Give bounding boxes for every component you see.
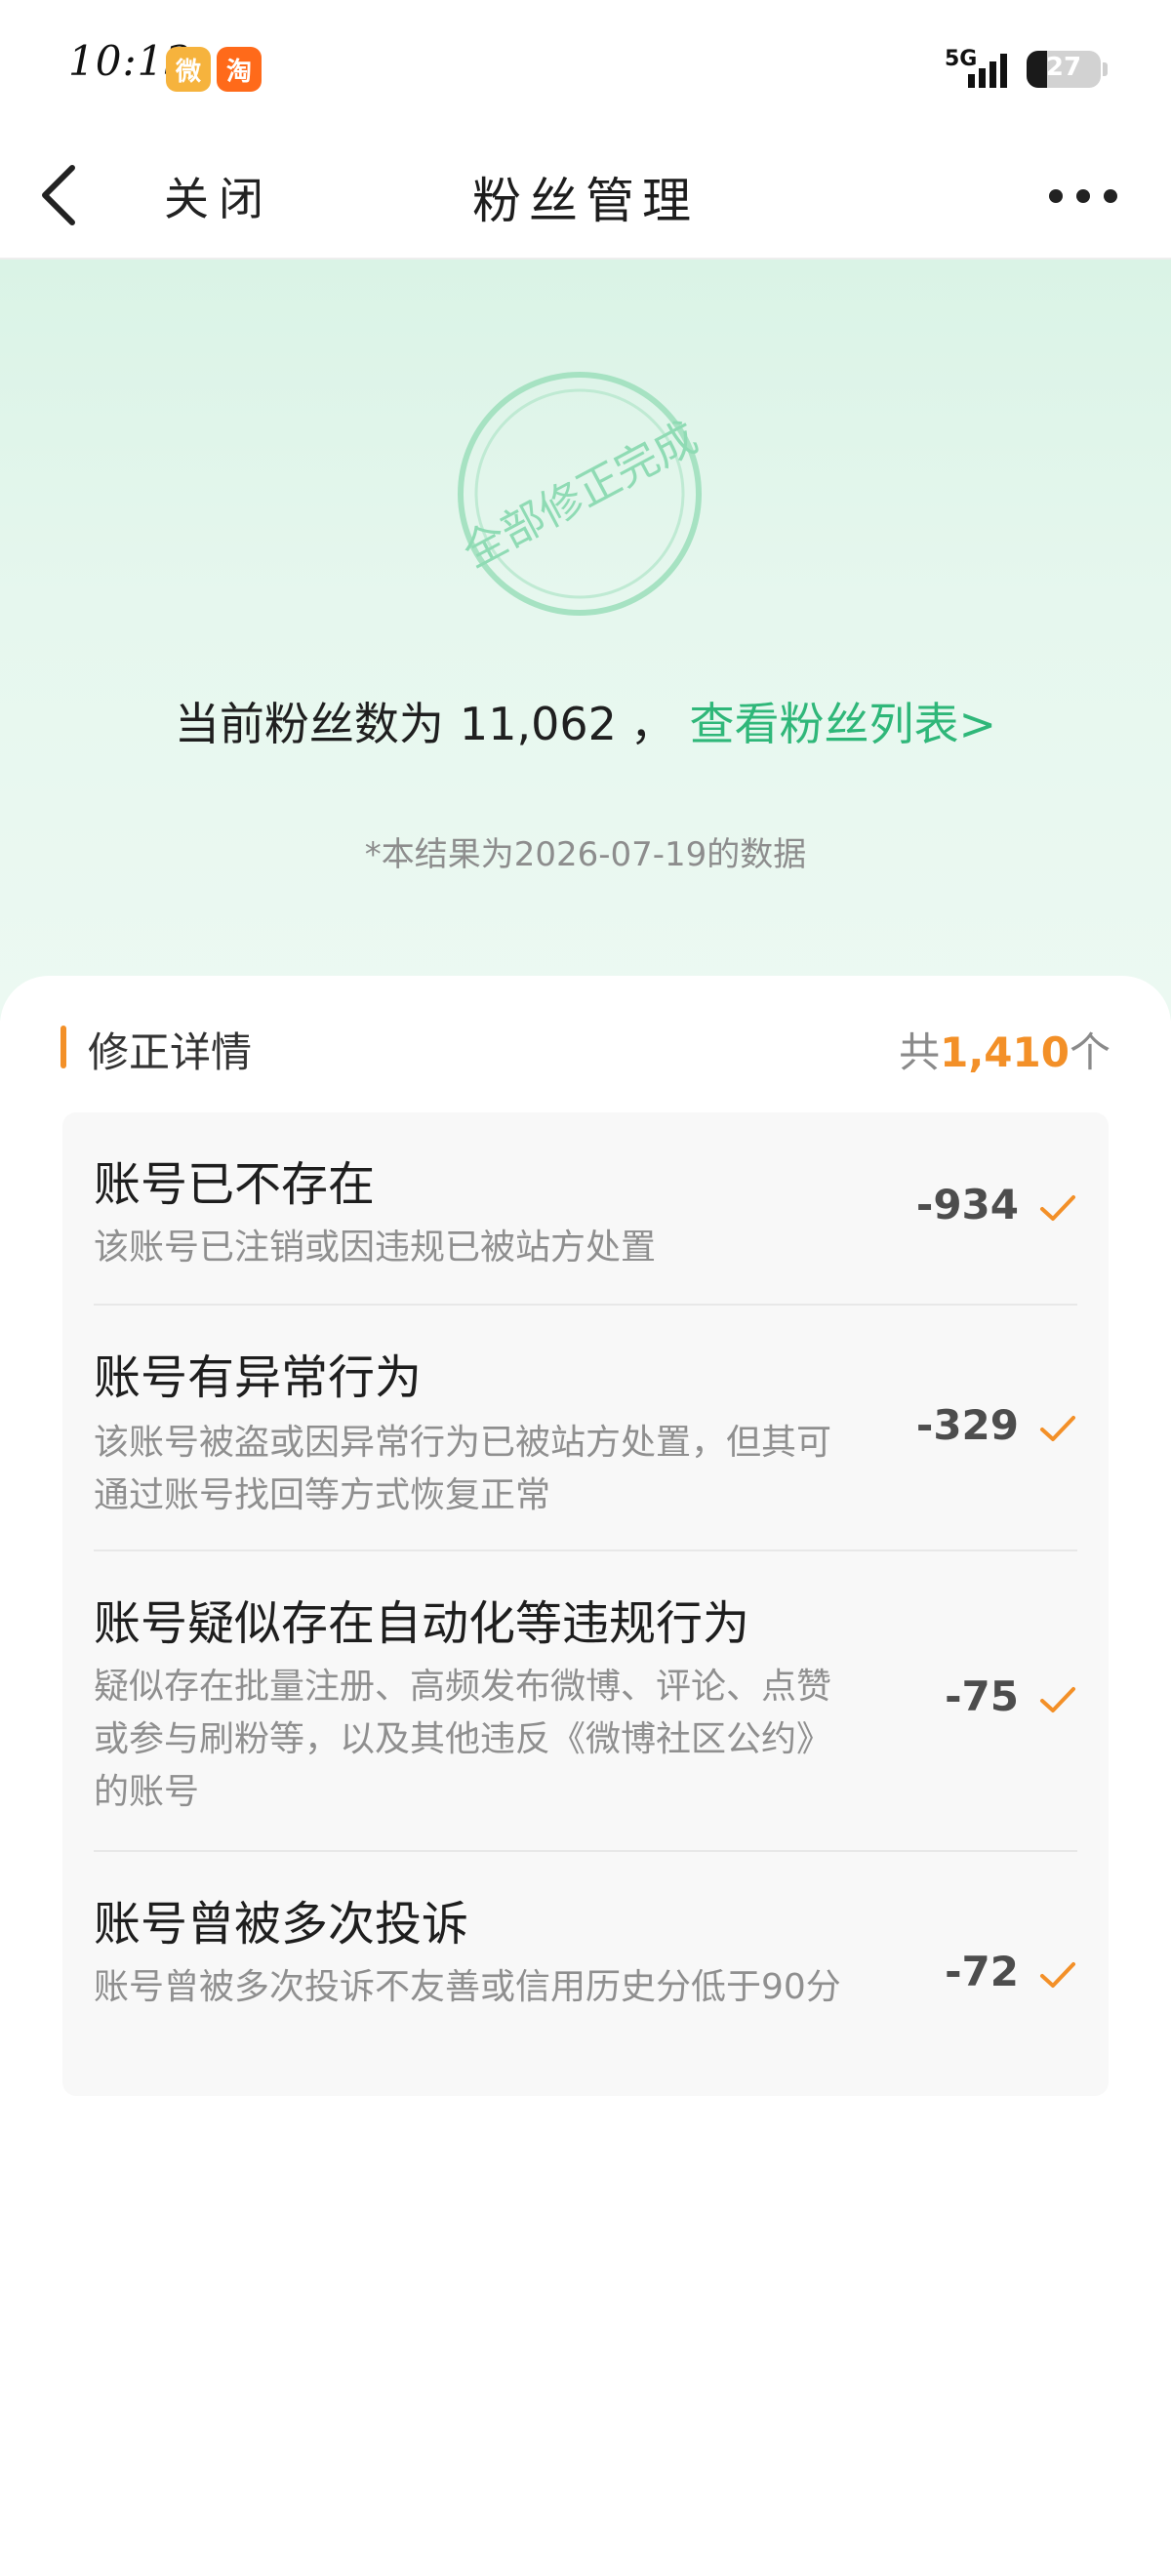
- check-icon: [1040, 1962, 1075, 1988]
- details-header: 修正详情 共1,410个: [61, 1020, 1110, 1076]
- fan-count-value: 11,062: [459, 698, 617, 750]
- total-prefix: 共: [899, 1028, 941, 1076]
- check-icon: [1040, 1687, 1075, 1712]
- item-value: -329: [915, 1401, 1019, 1449]
- weibo-icon: 微: [166, 47, 211, 92]
- section-accent-bar: [61, 1026, 66, 1068]
- item-description: 该账号已注销或因违规已被站方处置: [94, 1228, 657, 1268]
- list-item: 账号疑似存在自动化等违规行为 疑似存在批量注册、高频发布微博、评论、点赞或参与刷…: [62, 1551, 1109, 1852]
- summary-separator: ，: [629, 698, 675, 750]
- status-bar: 10:13 微 淘 5G 27: [0, 0, 1171, 137]
- check-icon: [1040, 1195, 1075, 1221]
- list-item: 账号已不存在 该账号已注销或因违规已被站方处置 -934: [62, 1112, 1109, 1306]
- item-title: 账号曾被多次投诉: [94, 1897, 469, 1952]
- fan-count-label: 当前粉丝数为: [174, 698, 444, 750]
- correction-details-card: 修正详情 共1,410个 账号已不存在 该账号已注销或因违规已被站方处置 -93…: [0, 976, 1171, 2576]
- item-title: 账号有异常行为: [94, 1350, 423, 1405]
- item-description: 该账号被盗或因异常行为已被站方处置，但其可通过账号找回等方式恢复正常: [94, 1423, 832, 1515]
- total-suffix: 个: [1069, 1028, 1110, 1076]
- nav-bar: 关闭 粉丝管理: [0, 137, 1171, 260]
- fan-management-screen: 10:13 微 淘 5G 27 关闭 粉丝管理 全部修正完成 当前粉丝数为 11…: [0, 0, 1171, 2576]
- view-fans-list-link[interactable]: 查看粉丝列表>: [690, 698, 997, 750]
- list-item: 账号有异常行为 该账号被盗或因异常行为已被站方处置，但其可通过账号找回等方式恢复…: [62, 1306, 1109, 1551]
- page-title: 粉丝管理: [472, 173, 699, 229]
- signal-strength-icon: [968, 54, 1007, 88]
- item-value: -72: [945, 1948, 1019, 1995]
- item-title: 账号已不存在: [94, 1157, 376, 1212]
- taobao-icon: 淘: [217, 47, 262, 92]
- check-icon: [1040, 1416, 1075, 1441]
- battery-percent: 27: [1045, 53, 1082, 82]
- item-value: -75: [945, 1672, 1019, 1720]
- result-summary: 全部修正完成 当前粉丝数为 11,062， 查看粉丝列表> *本结果为2026-0…: [0, 260, 1171, 1021]
- correction-list: 账号已不存在 该账号已注销或因违规已被站方处置 -934 账号有异常行为 该账号…: [62, 1112, 1109, 2096]
- list-item: 账号曾被多次投诉 账号曾被多次投诉不友善或信用历史分低于90分 -72: [62, 1852, 1109, 2096]
- battery-cap: [1103, 62, 1108, 76]
- total-number: 1,410: [940, 1028, 1070, 1076]
- completion-stamp: 全部修正完成: [455, 372, 706, 616]
- item-description: 账号曾被多次投诉不友善或信用历史分低于90分: [94, 1967, 841, 2007]
- more-options-icon[interactable]: [1044, 172, 1122, 221]
- total-count: 共1,410个: [899, 1020, 1110, 1079]
- item-value: -934: [915, 1181, 1019, 1228]
- item-description: 疑似存在批量注册、高频发布微博、评论、点赞或参与刷粉等，以及其他违反《微博社区公…: [94, 1667, 832, 1812]
- fan-count-summary: 当前粉丝数为 11,062， 查看粉丝列表>: [0, 689, 1171, 753]
- battery-icon: 27: [1027, 51, 1101, 88]
- details-title: 修正详情: [88, 1028, 253, 1076]
- result-date-note: *本结果为2026-07-19的数据: [364, 835, 807, 874]
- item-title: 账号疑似存在自动化等违规行为: [94, 1596, 750, 1651]
